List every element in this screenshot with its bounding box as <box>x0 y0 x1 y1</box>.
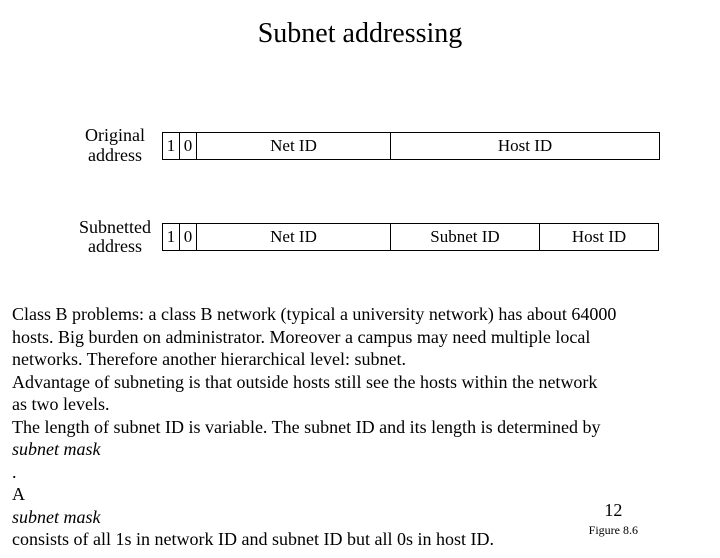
class-bit-0: 0 <box>179 132 197 160</box>
body-line: networks. Therefore another hierarchical… <box>12 348 712 371</box>
body-line: subnet mask. <box>12 438 712 483</box>
body-line: hosts. Big burden on administrator. More… <box>12 326 712 349</box>
class-bit-0: 0 <box>179 223 197 251</box>
footer: 12 Figure 8.6 <box>589 500 638 538</box>
label-line: Subnetted <box>79 217 151 237</box>
original-address-row: Original address 1 0 Net ID Host ID <box>70 126 690 166</box>
class-bit-1: 1 <box>162 223 180 251</box>
subnetted-address-row: Subnetted address 1 0 Net ID Subnet ID H… <box>70 218 690 258</box>
subnet-id-field: Subnet ID <box>390 223 540 251</box>
address-diagrams: Original address 1 0 Net ID Host ID Subn… <box>70 126 690 309</box>
label-line: address <box>88 145 142 165</box>
original-address-bar: 1 0 Net ID Host ID <box>162 132 660 160</box>
body-line: as two levels. <box>12 393 712 416</box>
text: . <box>12 461 712 484</box>
body-line: Advantage of subneting is that outside h… <box>12 371 712 394</box>
host-id-field: Host ID <box>390 132 660 160</box>
page-title: Subnet addressing <box>0 18 720 50</box>
label-line: address <box>88 236 142 256</box>
host-id-field: Host ID <box>539 223 659 251</box>
italic-term: subnet mask <box>12 438 712 461</box>
figure-reference: Figure 8.6 <box>589 523 638 538</box>
body-line: The length of subnet ID is variable. The… <box>12 416 712 439</box>
subnetted-address-label: Subnetted address <box>70 218 160 258</box>
original-address-label: Original address <box>70 126 160 166</box>
subnetted-address-bar: 1 0 Net ID Subnet ID Host ID <box>162 223 659 251</box>
label-line: Original <box>85 125 145 145</box>
net-id-field: Net ID <box>196 132 391 160</box>
body-line: Class B problems: a class B network (typ… <box>12 303 712 326</box>
page-number: 12 <box>589 500 638 521</box>
class-bit-1: 1 <box>162 132 180 160</box>
net-id-field: Net ID <box>196 223 391 251</box>
